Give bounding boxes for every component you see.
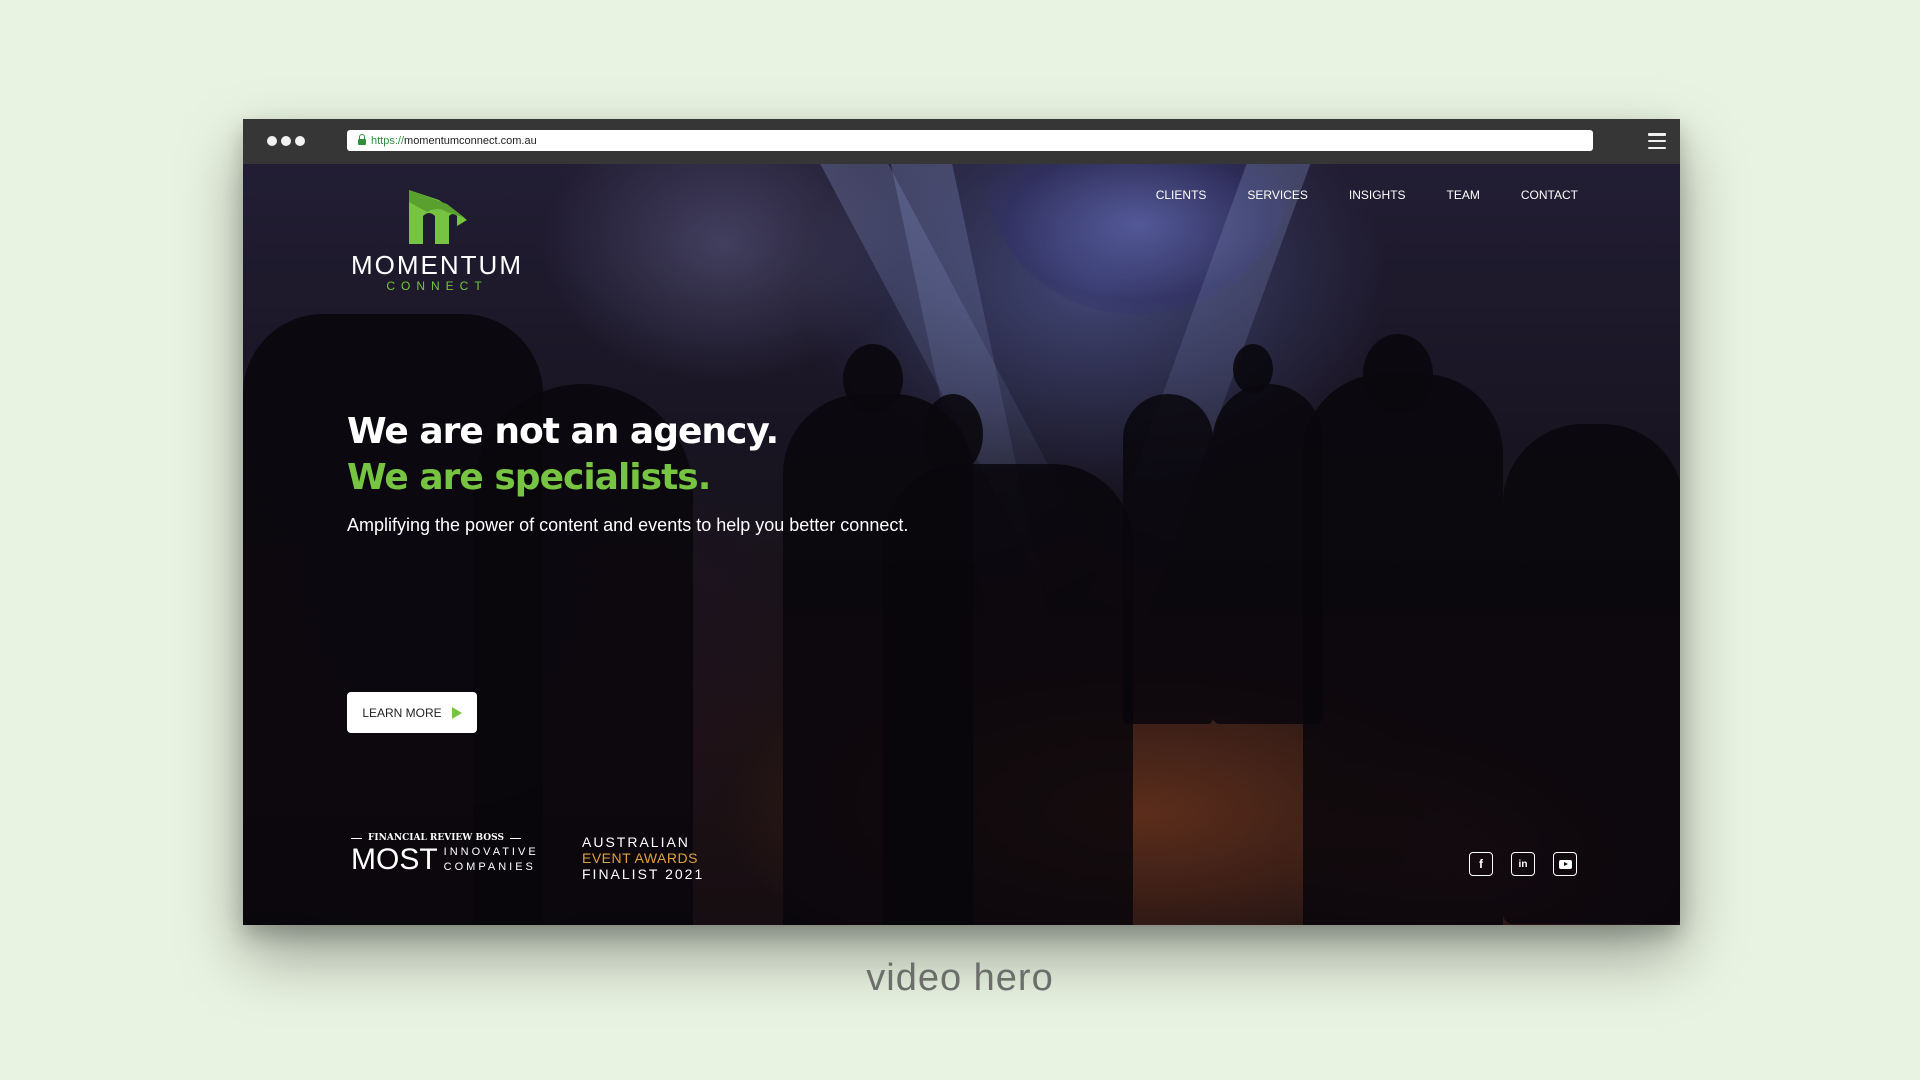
main-nav: CLIENTS SERVICES INSIGHTS TEAM CONTACT: [1156, 188, 1578, 202]
afr-award-words: INNOVATIVE COMPANIES: [444, 845, 539, 875]
hero-headline-block: We are not an agency. We are specialists…: [347, 409, 908, 536]
youtube-icon[interactable]: [1553, 852, 1577, 876]
event-awards-line2: EVENT AWARDS: [582, 850, 698, 866]
afr-award-body: MOST INNOVATIVE COMPANIES: [351, 843, 536, 876]
afr-award-most: MOST: [351, 843, 438, 876]
social-links: f in: [1469, 852, 1577, 876]
nav-item-contact[interactable]: CONTACT: [1521, 188, 1578, 202]
learn-more-label: LEARN MORE: [362, 705, 442, 720]
nav-item-team[interactable]: TEAM: [1447, 188, 1480, 202]
video-hero: MOMENTUM CONNECT CLIENTS SERVICES INSIGH…: [243, 164, 1680, 925]
logo-subtitle: CONNECT: [386, 279, 488, 293]
brand-logo[interactable]: MOMENTUM CONNECT: [347, 182, 527, 293]
caption: video hero: [866, 957, 1054, 999]
youtube-play-icon: [1558, 859, 1572, 869]
momentum-m-icon: [409, 190, 467, 244]
browser-window: https:// momentumconnect.com.au MOMENTUM…: [243, 119, 1680, 925]
window-dot[interactable]: [295, 136, 305, 146]
event-awards-line3: FINALIST 2021: [582, 866, 705, 882]
url-scheme: https://: [371, 134, 405, 147]
nav-item-insights[interactable]: INSIGHTS: [1349, 188, 1406, 202]
learn-more-button[interactable]: LEARN MORE: [347, 692, 477, 733]
hero-headline-accent: We are specialists.: [347, 457, 711, 498]
nav-item-clients[interactable]: CLIENTS: [1156, 188, 1207, 202]
hero-headline: We are not an agency.: [347, 411, 779, 452]
afr-award-line1: INNOVATIVE: [443, 846, 539, 858]
afr-award-title: FINANCIAL REVIEW BOSS: [368, 833, 504, 843]
window-dot[interactable]: [281, 136, 291, 146]
linkedin-glyph: in: [1518, 858, 1528, 870]
page-stage: https:// momentumconnect.com.au MOMENTUM…: [0, 0, 1920, 1080]
facebook-icon[interactable]: f: [1469, 852, 1493, 876]
facebook-glyph: f: [1479, 857, 1483, 871]
event-awards-line1: AUSTRALIAN: [582, 834, 690, 850]
play-arrow-icon: [451, 706, 462, 719]
afr-innovative-award-logo: FINANCIAL REVIEW BOSS MOST INNOVATIVE CO…: [351, 833, 536, 876]
afr-award-line2: COMPANIES: [443, 861, 536, 873]
event-awards-logo: AUSTRALIAN EVENT AWARDS FINALIST 2021: [582, 834, 704, 882]
logo-wordmark: MOMENTUM: [351, 250, 523, 280]
nav-item-services[interactable]: SERVICES: [1247, 188, 1307, 202]
afr-award-top: FINANCIAL REVIEW BOSS: [351, 833, 521, 843]
browser-toolbar: https:// momentumconnect.com.au: [243, 119, 1680, 164]
window-dot[interactable]: [267, 136, 277, 146]
window-dots: [267, 136, 305, 146]
lock-icon: [358, 133, 366, 145]
hamburger-menu-icon[interactable]: [1648, 133, 1666, 149]
linkedin-icon[interactable]: in: [1511, 852, 1535, 876]
url-host: momentumconnect.com.au: [404, 134, 537, 147]
address-bar[interactable]: https:// momentumconnect.com.au: [347, 130, 1593, 151]
hero-tagline: Amplifying the power of content and even…: [347, 515, 909, 535]
